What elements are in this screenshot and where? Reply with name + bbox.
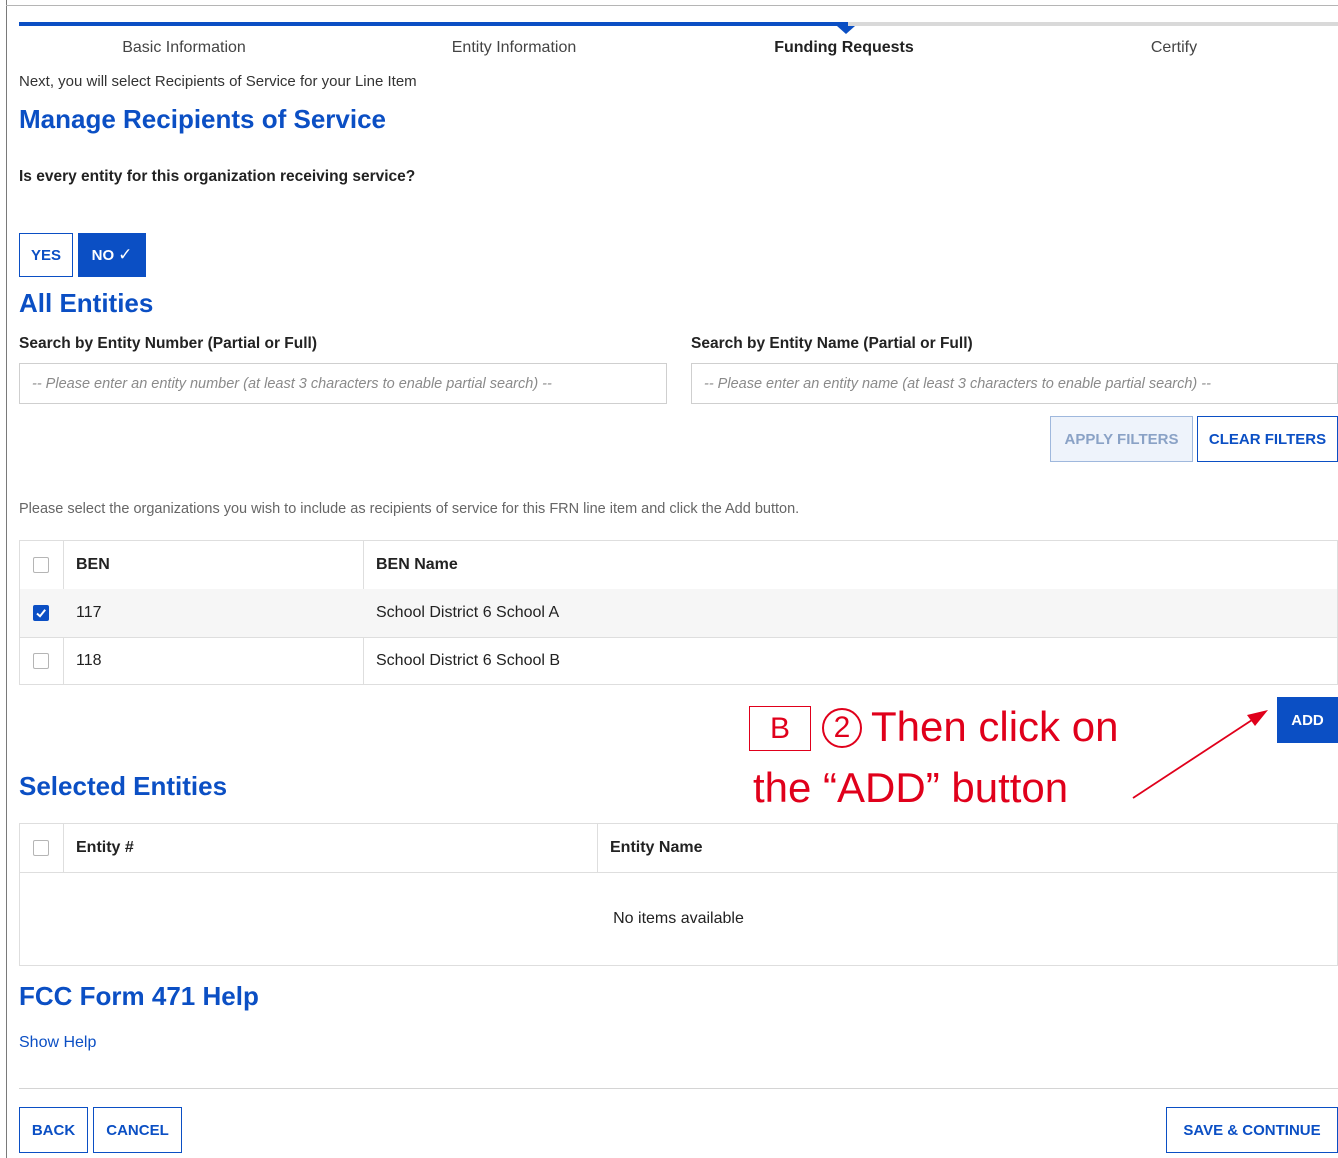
help-title: FCC Form 471 Help <box>19 981 259 1011</box>
all-entities-title: All Entities <box>19 288 154 318</box>
select-all-checkbox[interactable] <box>33 557 49 573</box>
annotation-box-b: B <box>749 706 811 751</box>
window-frame-top <box>6 5 1338 6</box>
save-continue-button[interactable]: SAVE & CONTINUE <box>1166 1107 1338 1153</box>
entity-name-search-input[interactable]: -- Please enter an entity name (at least… <box>691 363 1338 404</box>
add-button[interactable]: ADD <box>1277 697 1338 743</box>
annotation-line-1: Then click on <box>871 703 1119 750</box>
window-frame-left <box>6 0 7 1158</box>
instructions-text: Please select the organizations you wish… <box>19 501 800 517</box>
step-basic-information: Basic Information <box>122 39 246 56</box>
apply-filters-label: APPLY FILTERS <box>1064 430 1179 448</box>
table-row[interactable]: 117 School District 6 School A <box>20 589 1337 638</box>
checkmark-icon: ✓ <box>118 245 133 264</box>
save-continue-label: SAVE & CONTINUE <box>1183 1121 1321 1139</box>
progress-fill <box>19 22 848 26</box>
column-header-entity-name: Entity Name <box>610 839 703 856</box>
select-all-checkbox[interactable] <box>33 840 49 856</box>
column-header-entity-number: Entity # <box>76 839 134 856</box>
row-checkbox-checked[interactable] <box>33 605 49 621</box>
cancel-button-label: CANCEL <box>106 1121 169 1139</box>
cell-ben: 118 <box>76 652 102 669</box>
empty-message: No items available <box>613 910 744 927</box>
column-header-ben-name: BEN Name <box>376 556 458 573</box>
step-certify: Certify <box>1150 39 1198 56</box>
intro-text: Next, you will select Recipients of Serv… <box>19 73 417 90</box>
back-button[interactable]: BACK <box>19 1107 88 1153</box>
no-button-label: NO <box>91 246 115 264</box>
search-entity-name-label: Search by Entity Name (Partial or Full) <box>691 335 973 352</box>
progress-current-marker <box>837 26 855 34</box>
yes-button-label: YES <box>30 246 61 264</box>
question-label: Is every entity for this organization re… <box>19 168 416 185</box>
footer-divider <box>19 1088 1338 1089</box>
selected-entities-table: Entity # Entity Name No items available <box>19 823 1338 966</box>
cell-ben: 117 <box>76 604 102 621</box>
selected-entities-title: Selected Entities <box>19 771 228 801</box>
annotation-step-number: 2 <box>833 711 851 744</box>
cancel-button[interactable]: CANCEL <box>93 1107 182 1153</box>
table-header-row: Entity # Entity Name <box>20 824 1337 873</box>
step-funding-requests: Funding Requests <box>774 39 914 56</box>
yes-button[interactable]: YES <box>19 233 73 277</box>
page-title: Manage Recipients of Service <box>19 104 387 134</box>
clear-filters-label: CLEAR FILTERS <box>1208 430 1327 448</box>
annotation-box-letter: B <box>769 711 790 745</box>
apply-filters-button[interactable]: APPLY FILTERS <box>1050 416 1193 462</box>
annotation-step-circle: 2 <box>822 708 862 748</box>
search-entity-number-label: Search by Entity Number (Partial or Full… <box>19 335 318 352</box>
empty-row: No items available <box>20 872 1337 966</box>
entity-number-search-input[interactable]: -- Please enter an entity number (at lea… <box>19 363 667 404</box>
cell-ben-name: School District 6 School A <box>376 604 560 621</box>
add-button-label: ADD <box>1291 711 1324 729</box>
show-help-link[interactable]: Show Help <box>19 1034 96 1052</box>
no-button[interactable]: NO ✓ <box>78 233 146 277</box>
back-button-label: BACK <box>31 1121 76 1139</box>
column-header-ben: BEN <box>76 556 110 573</box>
annotation-arrow-icon <box>1132 710 1268 799</box>
table-header-row: BEN BEN Name <box>20 541 1337 590</box>
all-entities-table: BEN BEN Name 117 School District 6 Schoo… <box>19 540 1338 685</box>
table-row[interactable]: 118 School District 6 School B <box>20 637 1337 685</box>
clear-filters-button[interactable]: CLEAR FILTERS <box>1197 416 1338 462</box>
column-divider <box>63 824 64 872</box>
step-entity-information: Entity Information <box>451 39 577 56</box>
check-icon <box>36 609 46 618</box>
column-divider <box>597 824 598 872</box>
row-checkbox[interactable] <box>33 653 49 669</box>
cell-ben-name: School District 6 School B <box>376 652 561 669</box>
annotation-line-2: the “ADD” button <box>753 764 1069 811</box>
